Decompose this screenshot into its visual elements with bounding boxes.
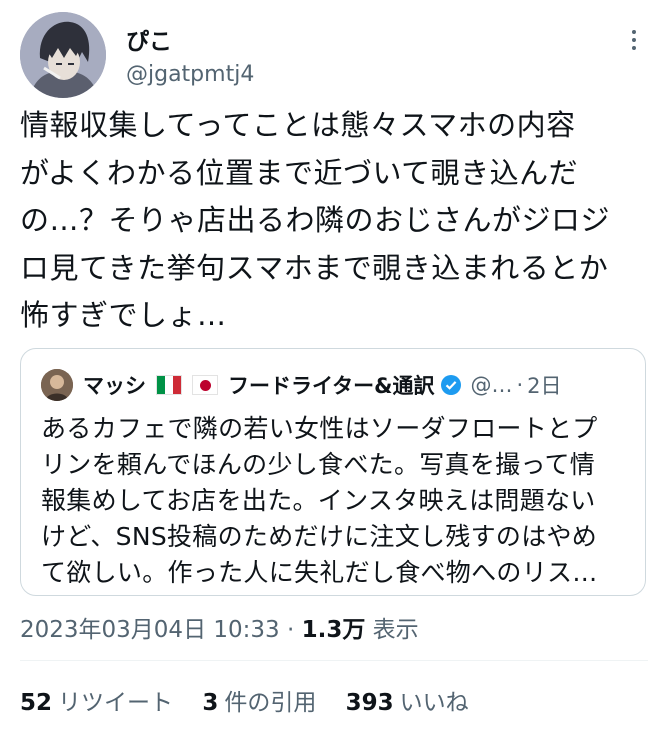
quoted-time: 2日 xyxy=(527,374,562,398)
quoted-tweet-header: マッシ フードライター&通訳 @… · 2日 xyxy=(83,369,629,401)
quoted-author-title: フードライター&通訳 xyxy=(228,374,435,398)
likes-label[interactable]: いいね xyxy=(400,690,469,716)
author-handle[interactable]: @jgatpmtj4 xyxy=(126,62,254,87)
japan-flag-icon xyxy=(192,375,218,395)
author-display-name[interactable]: ぴこ xyxy=(126,22,172,56)
quotes-count[interactable]: 3 xyxy=(202,690,218,716)
tweet-timestamp[interactable]: 2023年03月04日 10:33 xyxy=(20,617,280,643)
engagement-stats: 52 リツイート 3 件の引用 393 いいね xyxy=(20,683,491,717)
tweet-meta-row: 2023年03月04日 10:33 · 1.3万 表示 xyxy=(20,610,419,644)
views-count: 1.3万 xyxy=(301,617,366,643)
person-photo-icon xyxy=(41,369,73,401)
retweets-count[interactable]: 52 xyxy=(20,690,52,716)
quoted-separator: · xyxy=(516,373,524,397)
verified-badge-icon xyxy=(441,375,462,395)
retweets-label[interactable]: リツイート xyxy=(58,690,173,716)
quoted-author-handle: @… xyxy=(470,373,513,397)
tweet-text: 情報収集してってことは態々スマホの内容 がよくわかる位置まで近づいて覗き込んだ … xyxy=(20,108,611,332)
likes-count[interactable]: 393 xyxy=(346,690,394,716)
quoted-author-name: マッシ xyxy=(83,374,146,398)
quoted-tweet-text: あるカフェで隣の若い女性はソーダフロートとプ リンを頼んでほんの少し食べた。写真… xyxy=(41,414,598,587)
quoted-author-avatar xyxy=(41,369,73,401)
anime-avatar-icon xyxy=(20,12,106,98)
quoted-tweet-card[interactable]: マッシ フードライター&通訳 @… · 2日 あるカフェで隣の若い女性はソーダフ… xyxy=(20,348,646,596)
italy-flag-icon xyxy=(156,375,182,395)
author-avatar[interactable] xyxy=(20,12,106,98)
views-label: 表示 xyxy=(372,617,419,643)
meta-separator: · xyxy=(286,617,295,643)
more-options-icon[interactable] xyxy=(618,24,650,56)
divider xyxy=(20,660,648,661)
quotes-label[interactable]: 件の引用 xyxy=(224,690,316,716)
